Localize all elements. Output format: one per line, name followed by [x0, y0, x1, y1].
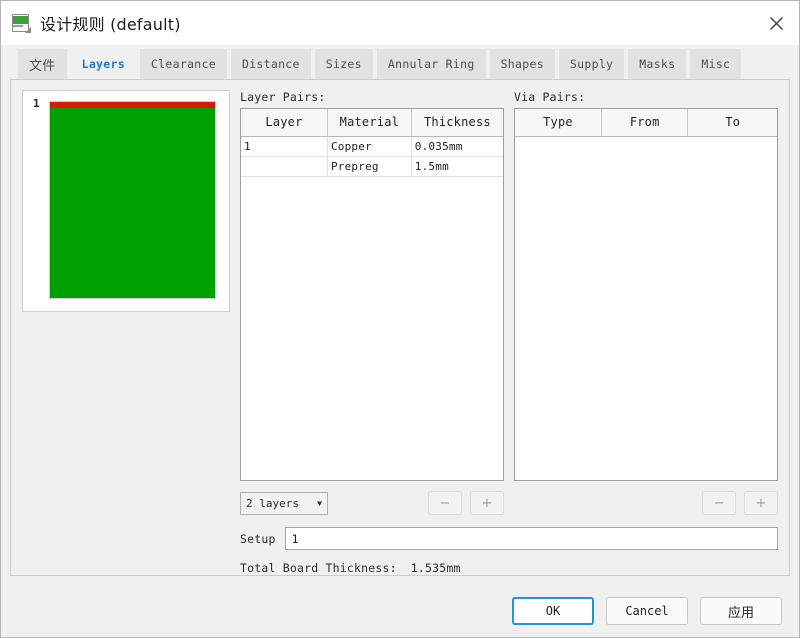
- tab-label: Shapes: [500, 57, 544, 71]
- via-pairs-add-remove: − +: [702, 491, 778, 515]
- tab-misc[interactable]: Misc: [690, 49, 742, 79]
- layer-pairs-grid[interactable]: Layer Material Thickness 1 Copper 0.035m…: [240, 108, 504, 481]
- layer-count-dropdown[interactable]: 2 layers ▼: [240, 491, 328, 515]
- cell-layer[interactable]: 1: [241, 136, 328, 157]
- title-bar: 设计规则 (default): [1, 1, 799, 45]
- tab-label: Masks: [639, 57, 676, 71]
- cell-material[interactable]: Copper: [327, 136, 412, 157]
- design-rules-dialog: 设计规则 (default) 文件 Layers Clearance Dista…: [0, 0, 800, 638]
- table-row[interactable]: 1 Copper 0.035mm: [241, 136, 503, 157]
- stackup-prepreg-band: [50, 108, 215, 298]
- tab-supply[interactable]: Supply: [558, 49, 625, 79]
- setup-row: Setup: [240, 527, 778, 550]
- via-pairs-grid[interactable]: Type From To: [514, 108, 778, 481]
- cell-material[interactable]: Prepreg: [327, 156, 412, 177]
- setup-label: Setup: [240, 531, 276, 546]
- layer-pairs-label: Layer Pairs:: [240, 90, 326, 104]
- grid-controls-row: 2 layers ▼ − + − +: [240, 491, 778, 515]
- cell-layer[interactable]: [241, 156, 328, 177]
- via-pairs-label: Via Pairs:: [514, 90, 586, 104]
- tab-label: Annular Ring: [387, 57, 475, 71]
- layers-content: Layer Pairs: Layer Material Thickness 1 …: [240, 90, 778, 575]
- tab-label: Supply: [569, 57, 614, 71]
- table-header-row: Type From To: [515, 109, 777, 137]
- layer-count-value: 2 layers: [246, 496, 299, 510]
- remove-via-pair-button[interactable]: −: [702, 491, 736, 515]
- stackup-layer-index: 1: [33, 97, 40, 110]
- via-pairs-section: Via Pairs: Type From To: [514, 90, 778, 481]
- via-pairs-controls: − +: [514, 491, 778, 515]
- tab-label: 文件: [29, 58, 56, 74]
- chevron-down-icon: ▼: [317, 498, 322, 508]
- tab-sizes[interactable]: Sizes: [314, 49, 373, 79]
- tab-label: Misc: [701, 57, 731, 71]
- tables-row: Layer Pairs: Layer Material Thickness 1 …: [240, 90, 778, 481]
- tab-bar: 文件 Layers Clearance Distance Sizes Annul…: [1, 45, 799, 82]
- ok-button[interactable]: OK: [512, 597, 594, 625]
- column-header-thickness[interactable]: Thickness: [411, 109, 503, 137]
- tab-label: Layers: [81, 57, 125, 71]
- stackup-preview: 1: [22, 90, 230, 312]
- layer-pairs-section: Layer Pairs: Layer Material Thickness 1 …: [240, 90, 504, 481]
- window-title: 设计规则 (default): [40, 15, 181, 34]
- tab-label: Clearance: [150, 57, 216, 71]
- tab-distance[interactable]: Distance: [230, 49, 311, 79]
- tab-label: Distance: [241, 57, 300, 71]
- cell-thickness[interactable]: 1.5mm: [411, 156, 503, 177]
- dialog-footer: OK Cancel 应用: [1, 585, 799, 637]
- table-row[interactable]: Prepreg 1.5mm: [241, 156, 503, 177]
- tab-layers[interactable]: Layers: [70, 49, 137, 82]
- layer-pairs-add-remove: − +: [428, 491, 504, 515]
- tab-label: Sizes: [325, 57, 362, 71]
- layer-pairs-controls: 2 layers ▼ − +: [240, 491, 504, 515]
- column-header-from[interactable]: From: [601, 109, 689, 137]
- tab-annular-ring[interactable]: Annular Ring: [376, 49, 486, 79]
- cell-thickness[interactable]: 0.035mm: [411, 136, 503, 157]
- remove-layer-pair-button[interactable]: −: [428, 491, 462, 515]
- column-header-layer[interactable]: Layer: [241, 109, 328, 137]
- tab-clearance[interactable]: Clearance: [139, 49, 227, 79]
- setup-input[interactable]: [284, 527, 778, 550]
- add-layer-pair-button[interactable]: +: [470, 491, 504, 515]
- column-header-material[interactable]: Material: [327, 109, 412, 137]
- total-board-thickness-value: 1.535mm: [410, 561, 461, 575]
- tab-masks[interactable]: Masks: [628, 49, 687, 79]
- layers-tab-panel: 1 Layer Pairs: Layer Material Thickness …: [10, 79, 790, 576]
- apply-button[interactable]: 应用: [700, 597, 782, 625]
- column-header-type[interactable]: Type: [515, 109, 602, 137]
- stackup-diagram: [49, 101, 216, 299]
- close-icon[interactable]: [753, 1, 799, 45]
- design-rules-icon: [11, 13, 31, 33]
- cancel-button[interactable]: Cancel: [606, 597, 688, 625]
- table-header-row: Layer Material Thickness: [241, 109, 503, 137]
- total-board-thickness-label: Total Board Thickness:: [240, 561, 397, 575]
- total-board-thickness: Total Board Thickness: 1.535mm: [240, 561, 778, 575]
- tab-shapes[interactable]: Shapes: [489, 49, 555, 79]
- column-header-to[interactable]: To: [687, 109, 777, 137]
- tab-files[interactable]: 文件: [18, 49, 67, 79]
- add-via-pair-button[interactable]: +: [744, 491, 778, 515]
